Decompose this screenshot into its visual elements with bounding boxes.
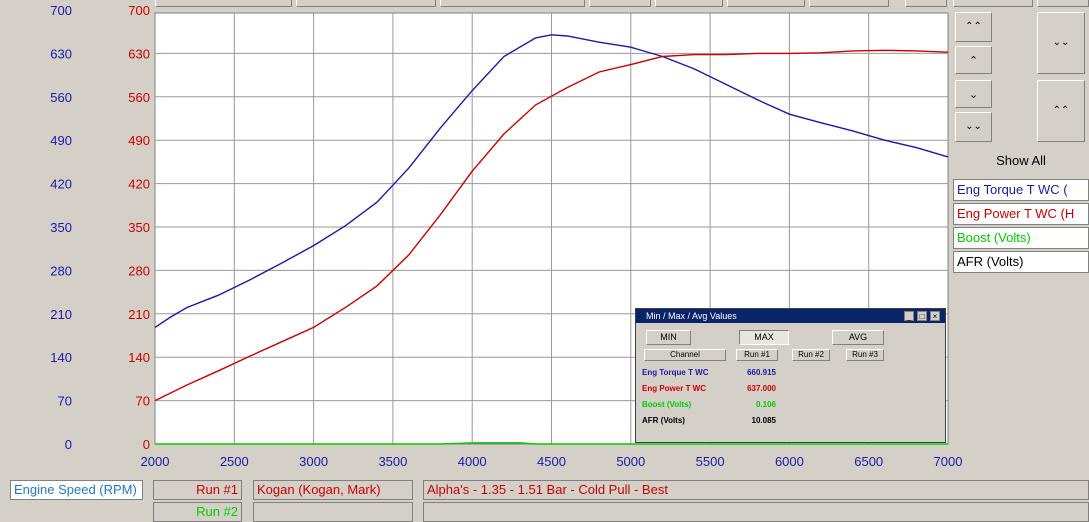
channel-name: Eng Power T WC xyxy=(642,384,706,393)
channel-value: 10.085 xyxy=(751,416,776,425)
x-axis: 2000 2500 3000 3500 4000 4500 5000 5500 6000 6500… xyxy=(141,454,963,469)
minimize-icon[interactable]: _ xyxy=(904,311,914,321)
left-y-tick-label: 210 xyxy=(50,307,72,322)
x-tick-label: 5500 xyxy=(696,454,725,469)
column-header-channel[interactable]: Channel xyxy=(644,349,726,361)
down-arrow-icon: ⌄ xyxy=(968,88,979,101)
left-y-tick-label: 70 xyxy=(58,394,72,409)
right-y-tick-label: 350 xyxy=(128,220,150,235)
x-tick-label: 3500 xyxy=(378,454,407,469)
scroll-down-button[interactable]: ⌄ xyxy=(955,80,992,108)
x-tick-label: 7000 xyxy=(934,454,963,469)
legend-item-boost[interactable]: Boost (Volts) xyxy=(953,227,1089,249)
collapse-panel-button[interactable]: ⌃⌃ xyxy=(1037,80,1085,142)
scroll-top-button[interactable]: ⌃⌃ xyxy=(955,12,992,42)
right-y-tick-label: 700 xyxy=(128,3,150,18)
double-up-icon: ⌃⌃ xyxy=(965,21,982,32)
min-button[interactable]: MIN xyxy=(646,330,691,345)
left-y-tick-label: 350 xyxy=(50,220,72,235)
legend-item-torque[interactable]: Eng Torque T WC ( xyxy=(953,179,1089,201)
right-y-tick-label: 0 xyxy=(143,437,150,452)
right-y-tick-label: 490 xyxy=(128,133,150,148)
right-y-tick-label: 420 xyxy=(128,177,150,192)
window-title: Min / Max / Avg Values xyxy=(646,311,737,321)
double-up-icon: ⌃⌃ xyxy=(1052,105,1070,116)
double-down-icon: ⌄⌄ xyxy=(1052,37,1070,48)
driver-field-run2[interactable] xyxy=(253,502,413,522)
show-all-button[interactable]: Show All xyxy=(953,150,1089,172)
window-title-bar[interactable]: Min / Max / Avg Values _ □ × xyxy=(636,309,945,323)
scroll-bottom-button[interactable]: ⌄⌄ xyxy=(955,112,992,142)
right-y-tick-label: 560 xyxy=(128,90,150,105)
maximize-icon[interactable]: □ xyxy=(917,311,927,321)
run2-label[interactable]: Run #2 xyxy=(153,502,242,522)
column-header-run1[interactable]: Run #1 xyxy=(736,349,778,361)
channel-name: AFR (Volts) xyxy=(642,416,685,425)
x-tick-label: 6500 xyxy=(854,454,883,469)
channel-name: Boost (Volts) xyxy=(642,400,692,409)
left-y-tick-label: 490 xyxy=(50,133,72,148)
x-tick-label: 3000 xyxy=(299,454,328,469)
x-tick-label: 2000 xyxy=(141,454,170,469)
x-axis-label: Engine Speed (RPM) xyxy=(10,480,143,500)
legend-item-afr[interactable]: AFR (Volts) xyxy=(953,251,1089,273)
channel-value: 0.106 xyxy=(755,400,776,409)
close-icon[interactable]: × xyxy=(930,311,940,321)
avg-button[interactable]: AVG xyxy=(832,330,884,345)
min-max-avg-window[interactable]: Min / Max / Avg Values _ □ × MIN MAX AVG… xyxy=(635,308,946,443)
x-tick-label: 2500 xyxy=(220,454,249,469)
run1-label[interactable]: Run #1 xyxy=(153,480,242,500)
left-y-tick-label: 420 xyxy=(50,177,72,192)
column-header-run2[interactable]: Run #2 xyxy=(792,349,830,361)
column-header-run3[interactable]: Run #3 xyxy=(846,349,884,361)
x-tick-label: 5000 xyxy=(616,454,645,469)
right-y-axis: 0 70 140 210 280 350 420 490 560 630 700 xyxy=(128,3,150,452)
right-y-tick-label: 140 xyxy=(128,350,150,365)
run-description-field-run2[interactable] xyxy=(423,502,1089,522)
channel-value: 660.915 xyxy=(747,368,776,377)
run-description-field[interactable]: Alpha's - 1.35 - 1.51 Bar - Cold Pull - … xyxy=(423,480,1089,500)
channel-name: Eng Torque T WC xyxy=(642,368,709,377)
left-y-axis: 0 70 140 210 280 350 420 490 560 630 700 xyxy=(50,3,72,452)
right-y-tick-label: 70 xyxy=(136,394,150,409)
x-tick-label: 6000 xyxy=(775,454,804,469)
legend-item-power[interactable]: Eng Power T WC (H xyxy=(953,203,1089,225)
x-tick-label: 4500 xyxy=(537,454,566,469)
left-y-tick-label: 630 xyxy=(50,46,72,61)
right-y-tick-label: 210 xyxy=(128,307,150,322)
channel-value: 637.000 xyxy=(747,384,776,393)
driver-field[interactable]: Kogan (Kogan, Mark) xyxy=(253,480,413,500)
left-y-tick-label: 700 xyxy=(50,3,72,18)
left-y-tick-label: 560 xyxy=(50,90,72,105)
double-down-icon: ⌄⌄ xyxy=(965,121,982,132)
left-y-tick-label: 280 xyxy=(50,263,72,278)
scroll-up-button[interactable]: ⌃ xyxy=(955,46,992,74)
x-tick-label: 4000 xyxy=(458,454,487,469)
up-arrow-icon: ⌃ xyxy=(968,54,979,67)
max-button[interactable]: MAX xyxy=(739,330,789,345)
right-y-tick-label: 630 xyxy=(128,46,150,61)
left-y-tick-label: 140 xyxy=(50,350,72,365)
right-y-tick-label: 280 xyxy=(128,263,150,278)
left-y-tick-label: 0 xyxy=(65,437,72,452)
expand-panel-button[interactable]: ⌄⌄ xyxy=(1037,12,1085,74)
